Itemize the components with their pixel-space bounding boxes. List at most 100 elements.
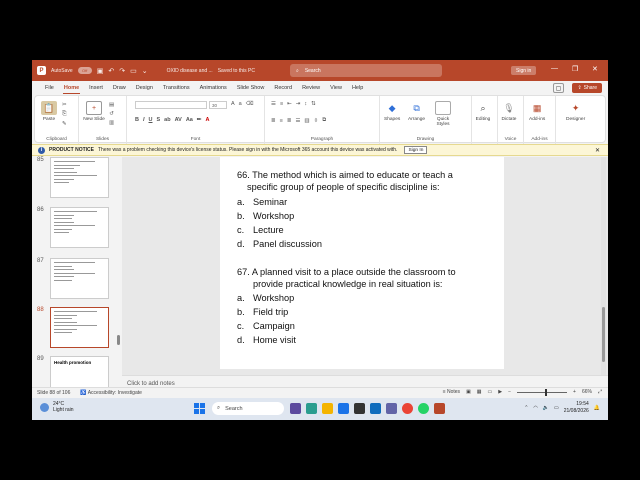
columns-icon[interactable]: ▥ xyxy=(304,118,309,124)
char-spacing-icon[interactable]: AV xyxy=(175,117,182,123)
designer-button[interactable]: ✦ Designer xyxy=(566,101,585,123)
comment-icon[interactable]: ▢ xyxy=(553,83,564,93)
title-search-box[interactable]: ⌕ Search xyxy=(290,64,442,77)
powerpoint-taskbar-icon[interactable] xyxy=(434,403,445,414)
battery-icon[interactable]: ▭ xyxy=(554,405,559,411)
scrollbar-thumb[interactable] xyxy=(602,307,605,362)
italic-icon[interactable]: I xyxy=(143,117,145,123)
align-text-icon[interactable]: ⇳ xyxy=(314,118,319,124)
menu-review[interactable]: Review xyxy=(297,85,325,91)
numbering-icon[interactable]: ≡ xyxy=(280,101,283,107)
align-right-icon[interactable]: ≣ xyxy=(287,118,292,124)
whatsapp-icon[interactable] xyxy=(418,403,429,414)
paste-button[interactable]: 📋 Paste xyxy=(41,101,57,122)
zoom-slider[interactable] xyxy=(517,388,568,396)
option-66-d[interactable]: d. Panel discussion xyxy=(237,239,322,249)
undo-icon[interactable]: ↶ xyxy=(108,67,114,75)
text-direction-icon[interactable]: ⇅ xyxy=(311,101,316,107)
menu-animations[interactable]: Animations xyxy=(195,85,232,91)
menu-home[interactable]: Home xyxy=(59,85,84,94)
clear-format-icon[interactable]: ⌫ xyxy=(246,101,254,107)
outlook-icon[interactable] xyxy=(370,403,381,414)
layout-icon[interactable]: ▤ xyxy=(109,102,114,108)
menu-record[interactable]: Record xyxy=(269,85,297,91)
save-state[interactable]: Saved to this PC xyxy=(218,68,255,74)
bold-icon[interactable]: B xyxy=(135,117,139,123)
font-size-box[interactable]: 30 xyxy=(209,101,227,109)
menu-insert[interactable]: Insert xyxy=(84,85,108,91)
option-67-b[interactable]: b. Field trip xyxy=(237,307,288,317)
underline-icon[interactable]: U xyxy=(149,117,153,123)
align-left-icon[interactable]: ≣ xyxy=(271,118,276,124)
question-66-line-2[interactable]: specific group of people of specific dis… xyxy=(247,182,440,194)
change-case-icon[interactable]: Aa xyxy=(186,117,193,123)
cut-icon[interactable]: ✂ xyxy=(62,102,67,108)
line-spacing-icon[interactable]: ↕ xyxy=(304,101,307,107)
close-window-icon[interactable]: ✕ xyxy=(592,65,598,73)
editing-button[interactable]: ⌕ Editing xyxy=(475,101,491,123)
task-view-icon[interactable] xyxy=(290,403,301,414)
teams-icon[interactable] xyxy=(386,403,397,414)
weather-widget[interactable]: 24°C Light rain xyxy=(40,401,74,413)
fit-slide-icon[interactable]: ⤢ xyxy=(598,389,602,395)
taskbar-search[interactable]: ⌕ Search xyxy=(212,402,284,415)
decrease-font-icon[interactable]: a xyxy=(239,101,242,107)
clock[interactable]: 19:54 21/08/2026 xyxy=(564,401,589,415)
menu-help[interactable]: Help xyxy=(347,85,368,91)
zoom-in-icon[interactable]: + xyxy=(573,389,576,395)
new-slide-button[interactable]: + New Slide xyxy=(83,101,105,122)
menu-view[interactable]: View xyxy=(325,85,347,91)
chevron-up-icon[interactable]: ⌃ xyxy=(524,405,528,411)
option-67-c[interactable]: c. Campaign xyxy=(237,321,295,331)
format-painter-icon[interactable]: ✎ xyxy=(62,121,67,127)
slideshow-view-icon[interactable]: ▶ xyxy=(498,389,502,395)
edge-icon[interactable] xyxy=(338,403,349,414)
thumbnail-image[interactable] xyxy=(50,157,109,198)
notice-signin-button[interactable]: Sign In xyxy=(404,146,428,154)
zoom-level[interactable]: 66% xyxy=(582,389,592,395)
option-67-d[interactable]: d. Home visit xyxy=(237,335,296,345)
reading-view-icon[interactable]: ▭ xyxy=(488,389,493,395)
copy-icon[interactable]: ⎘ xyxy=(62,111,66,118)
font-color-icon[interactable]: A xyxy=(205,117,209,123)
addins-button[interactable]: ▦ Add-ins xyxy=(529,101,545,123)
slide-canvas[interactable]: 66. The method which is aimed to educate… xyxy=(220,157,504,369)
quick-styles-button[interactable]: Quick Styles xyxy=(434,101,452,127)
customize-icon[interactable]: ⌄ xyxy=(142,67,148,75)
option-66-b[interactable]: b. Workshop xyxy=(237,211,294,221)
menu-slide-show[interactable]: Slide Show xyxy=(232,85,270,91)
present-icon[interactable]: ▭ xyxy=(130,67,137,75)
windows-start-icon[interactable] xyxy=(194,403,205,414)
menu-transitions[interactable]: Transitions xyxy=(158,85,195,91)
share-button[interactable]: ⇪ Share xyxy=(572,83,602,93)
save-icon[interactable]: ▣ xyxy=(97,67,104,75)
decrease-indent-icon[interactable]: ⇤ xyxy=(287,101,292,107)
autosave-toggle[interactable]: Off xyxy=(77,67,92,74)
restore-icon[interactable]: ❐ xyxy=(572,65,578,73)
thumbnail-scrollbar[interactable] xyxy=(117,335,120,345)
slide-sorter-icon[interactable]: ▦ xyxy=(477,389,482,395)
option-66-c[interactable]: c. Lecture xyxy=(237,225,284,235)
justify-icon[interactable]: ☰ xyxy=(295,118,300,124)
notes-toggle[interactable]: ≡ Notes xyxy=(443,389,460,395)
font-name-box[interactable] xyxy=(135,101,207,109)
wifi-icon[interactable]: ◠ xyxy=(533,405,537,411)
bullets-icon[interactable]: ☰ xyxy=(271,101,276,107)
accessibility-status[interactable]: ♿ Accessibility: Investigate xyxy=(80,390,142,396)
close-icon[interactable]: ✕ xyxy=(595,147,600,154)
increase-font-icon[interactable]: A xyxy=(231,101,235,107)
smartart-icon[interactable]: ⧉ xyxy=(322,117,326,124)
question-67-line-2[interactable]: provide practical knowledge in real situ… xyxy=(253,279,442,291)
question-66-line-1[interactable]: 66. The method which is aimed to educate… xyxy=(237,170,453,182)
signin-button[interactable]: Sign in xyxy=(511,66,537,75)
shapes-button[interactable]: ◆ Shapes xyxy=(384,101,400,123)
volume-icon[interactable]: 🔈 xyxy=(543,405,549,411)
menu-design[interactable]: Design xyxy=(131,85,158,91)
option-66-a[interactable]: a. Seminar xyxy=(237,197,287,207)
zoom-out-icon[interactable]: − xyxy=(508,389,511,395)
minimize-icon[interactable]: — xyxy=(551,65,558,72)
chrome-icon[interactable] xyxy=(402,403,413,414)
section-icon[interactable]: ▥ xyxy=(109,120,114,126)
highlight-icon[interactable]: ✏ xyxy=(197,117,202,123)
store-icon[interactable] xyxy=(354,403,365,414)
